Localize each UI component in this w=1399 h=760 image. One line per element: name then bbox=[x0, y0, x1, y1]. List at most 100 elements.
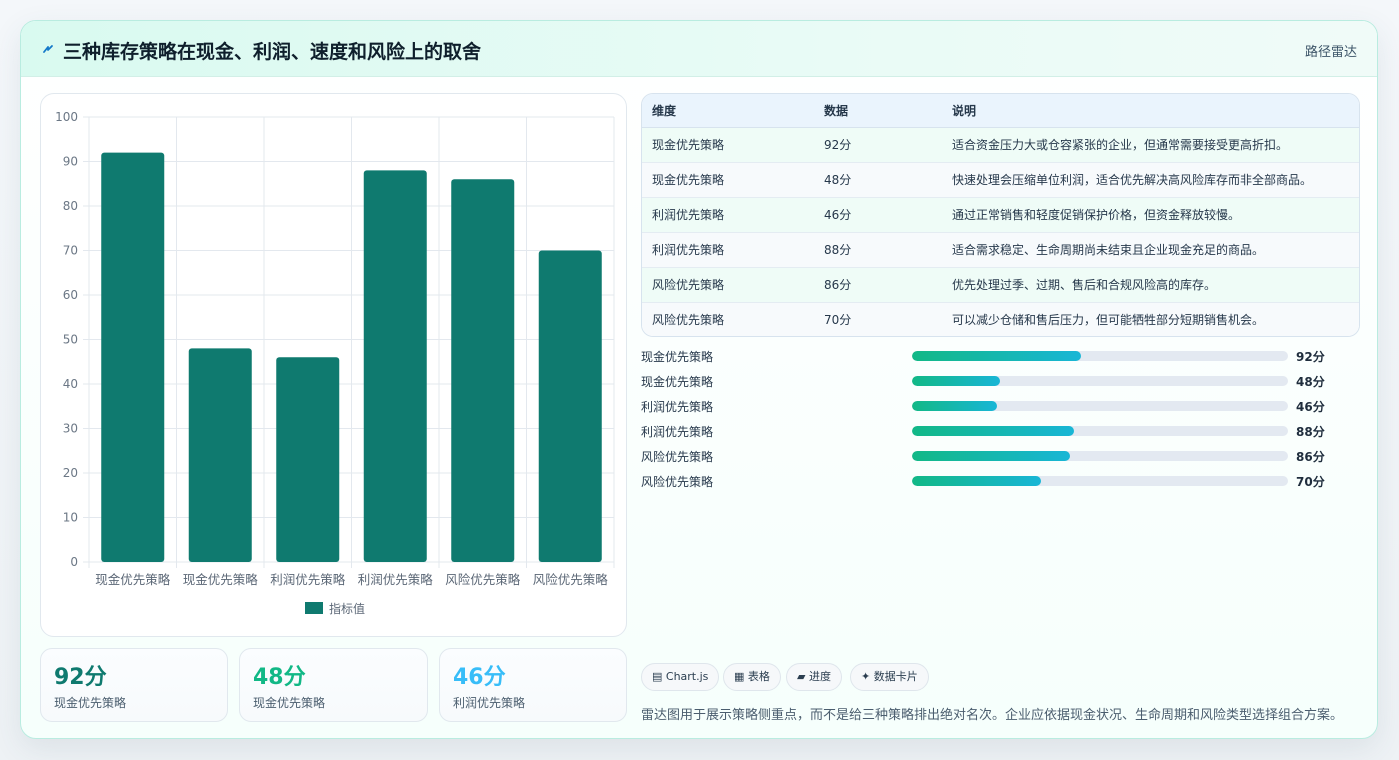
table-cell: 快速处理会压缩单位利润，适合优先解决高风险库存而非全部商品。 bbox=[942, 162, 1359, 198]
kpi-card: 92分 现金优先策略 bbox=[40, 648, 228, 722]
y-tick-label: 20 bbox=[63, 466, 78, 480]
y-tick-label: 30 bbox=[63, 422, 78, 436]
table-row: 风险优先策略 70分 可以减少仓储和售后压力，但可能牺牲部分短期销售机会。 bbox=[642, 302, 1359, 336]
progress-value: 46分 bbox=[1296, 400, 1325, 414]
progress-row: 利润优先策略 88分 bbox=[641, 422, 1341, 440]
kpi-value: 92分 bbox=[54, 665, 107, 690]
progress-label: 风险优先策略 bbox=[641, 450, 714, 464]
progress-track bbox=[912, 451, 1288, 461]
bar-chart: 0102030405060708090100现金优先策略 现金优先策略 利润优先策略… bbox=[55, 110, 615, 616]
bar bbox=[451, 179, 515, 563]
progress-row: 现金优先策略 48分 bbox=[641, 372, 1341, 390]
card-header: 三种库存策略在现金、利润、速度和风险上的取舍 路径雷达 bbox=[21, 21, 1377, 77]
table-header-row: 维度 数据 说明 bbox=[642, 94, 1359, 128]
data-table: 维度 数据 说明 现金优先策略 92分 适合资金压力大或仓容紧张的企业，但通常需… bbox=[641, 93, 1360, 337]
column-header: 维度 bbox=[642, 94, 814, 128]
table-row: 现金优先策略 48分 快速处理会压缩单位利润，适合优先解决高风险库存而非全部商品… bbox=[642, 162, 1359, 198]
bar bbox=[276, 357, 340, 562]
progress-track bbox=[912, 376, 1288, 386]
table-row: 风险优先策略 86分 优先处理过季、过期、售后和合规风险高的库存。 bbox=[642, 267, 1359, 303]
progress-value: 92分 bbox=[1296, 350, 1325, 364]
table-cell: 88分 bbox=[814, 232, 942, 268]
progress-label: 现金优先策略 bbox=[641, 350, 714, 364]
table-cell: 92分 bbox=[814, 127, 942, 163]
bar bbox=[363, 170, 427, 562]
x-tick-label: 风险优先策略 bbox=[445, 572, 521, 587]
table-cell: 86分 bbox=[814, 267, 942, 303]
kpi-card: 46分 利润优先策略 bbox=[439, 648, 627, 722]
table-cell: 通过正常销售和轻度促销保护价格，但资金释放较慢。 bbox=[942, 197, 1359, 233]
y-tick-label: 50 bbox=[63, 333, 78, 347]
kpi-value: 48分 bbox=[253, 665, 306, 690]
progress-label: 利润优先策略 bbox=[641, 400, 714, 414]
table-cell: 70分 bbox=[814, 302, 942, 336]
table-cell: 适合需求稳定、生命周期尚未结束且企业现金充足的商品。 bbox=[942, 232, 1359, 268]
kpi-value: 46分 bbox=[453, 665, 506, 690]
progress-fill bbox=[912, 426, 1074, 436]
kpi-label: 现金优先策略 bbox=[253, 696, 326, 710]
progress-track bbox=[912, 351, 1288, 361]
progress-fill bbox=[912, 376, 1001, 386]
progress-label: 利润优先策略 bbox=[641, 425, 714, 439]
page-title: 三种库存策略在现金、利润、速度和风险上的取舍 bbox=[63, 41, 482, 63]
chip-data-cards[interactable]: ✦ 数据卡片 bbox=[850, 663, 929, 691]
y-tick-label: 10 bbox=[63, 511, 78, 525]
progress-value: 88分 bbox=[1296, 425, 1325, 439]
kpi-card: 48分 现金优先策略 bbox=[239, 648, 428, 722]
table-cell: 现金优先策略 bbox=[642, 127, 814, 163]
lightning-icon bbox=[43, 45, 53, 53]
progress-label: 风险优先策略 bbox=[641, 475, 714, 489]
table-cell: 风险优先策略 bbox=[642, 267, 814, 303]
progress-track bbox=[912, 401, 1288, 411]
table-cell: 利润优先策略 bbox=[642, 232, 814, 268]
x-tick-label: 利润优先策略 bbox=[358, 572, 434, 587]
progress-value: 86分 bbox=[1296, 450, 1325, 464]
table-cell: 优先处理过季、过期、售后和合规风险高的库存。 bbox=[942, 267, 1359, 303]
chip-progress[interactable]: ▰ 进度 bbox=[786, 663, 842, 691]
chip-chartjs[interactable]: ▤ Chart.js bbox=[641, 663, 720, 691]
bar bbox=[538, 250, 602, 562]
table-cell: 可以减少仓储和售后压力，但可能牺牲部分短期销售机会。 bbox=[942, 302, 1359, 336]
kpi-label: 利润优先策略 bbox=[453, 696, 526, 710]
y-tick-label: 80 bbox=[63, 199, 78, 213]
chip-table[interactable]: ▦ 表格 bbox=[723, 663, 781, 691]
progress-row: 风险优先策略 86分 bbox=[641, 447, 1341, 465]
progress-value: 48分 bbox=[1296, 375, 1325, 389]
column-header: 说明 bbox=[942, 94, 1359, 128]
y-tick-label: 100 bbox=[55, 110, 78, 124]
progress-fill bbox=[912, 351, 1082, 361]
x-tick-label: 现金优先策略 bbox=[183, 572, 259, 587]
footnote: 雷达图用于展示策略侧重点，而不是给三种策略排出绝对名次。企业应依据现金状况、生命… bbox=[641, 708, 1344, 723]
y-tick-label: 40 bbox=[63, 377, 78, 391]
table-cell: 适合资金压力大或仓容紧张的企业，但通常需要接受更高折扣。 bbox=[942, 127, 1359, 163]
x-tick-label: 利润优先策略 bbox=[270, 572, 346, 587]
progress-row: 现金优先策略 92分 bbox=[641, 347, 1341, 365]
header-tag: 路径雷达 bbox=[1304, 45, 1357, 60]
y-tick-label: 70 bbox=[63, 244, 78, 258]
bar bbox=[101, 152, 165, 562]
table-row: 现金优先策略 92分 适合资金压力大或仓容紧张的企业，但通常需要接受更高折扣。 bbox=[642, 127, 1359, 163]
table-cell: 利润优先策略 bbox=[642, 197, 814, 233]
progress-row: 利润优先策略 46分 bbox=[641, 397, 1341, 415]
table-cell: 48分 bbox=[814, 162, 942, 198]
progress-fill bbox=[912, 451, 1070, 461]
y-tick-label: 0 bbox=[70, 555, 78, 569]
column-header: 数据 bbox=[814, 94, 942, 128]
kpi-label: 现金优先策略 bbox=[54, 696, 127, 710]
y-tick-label: 60 bbox=[63, 288, 78, 302]
table-row: 利润优先策略 46分 通过正常销售和轻度促销保护价格，但资金释放较慢。 bbox=[642, 197, 1359, 233]
bar bbox=[188, 348, 252, 562]
y-tick-label: 90 bbox=[63, 155, 78, 169]
progress-label: 现金优先策略 bbox=[641, 375, 714, 389]
progress-value: 70分 bbox=[1296, 475, 1325, 489]
table-cell: 风险优先策略 bbox=[642, 302, 814, 336]
table-cell: 现金优先策略 bbox=[642, 162, 814, 198]
legend-label: 指标值 bbox=[329, 601, 365, 616]
progress-fill bbox=[912, 401, 997, 411]
progress-fill bbox=[912, 476, 1041, 486]
x-tick-label: 风险优先策略 bbox=[533, 572, 609, 587]
legend-swatch bbox=[305, 602, 323, 614]
progress-row: 风险优先策略 70分 bbox=[641, 472, 1341, 490]
bar-chart-panel: 0 10 20 30 40 50 60 70 80 90 100 现金优先策略 现金优先策略 利润优先策略… bbox=[40, 93, 627, 637]
table-row: 利润优先策略 88分 适合需求稳定、生命周期尚未结束且企业现金充足的商品。 bbox=[642, 232, 1359, 268]
